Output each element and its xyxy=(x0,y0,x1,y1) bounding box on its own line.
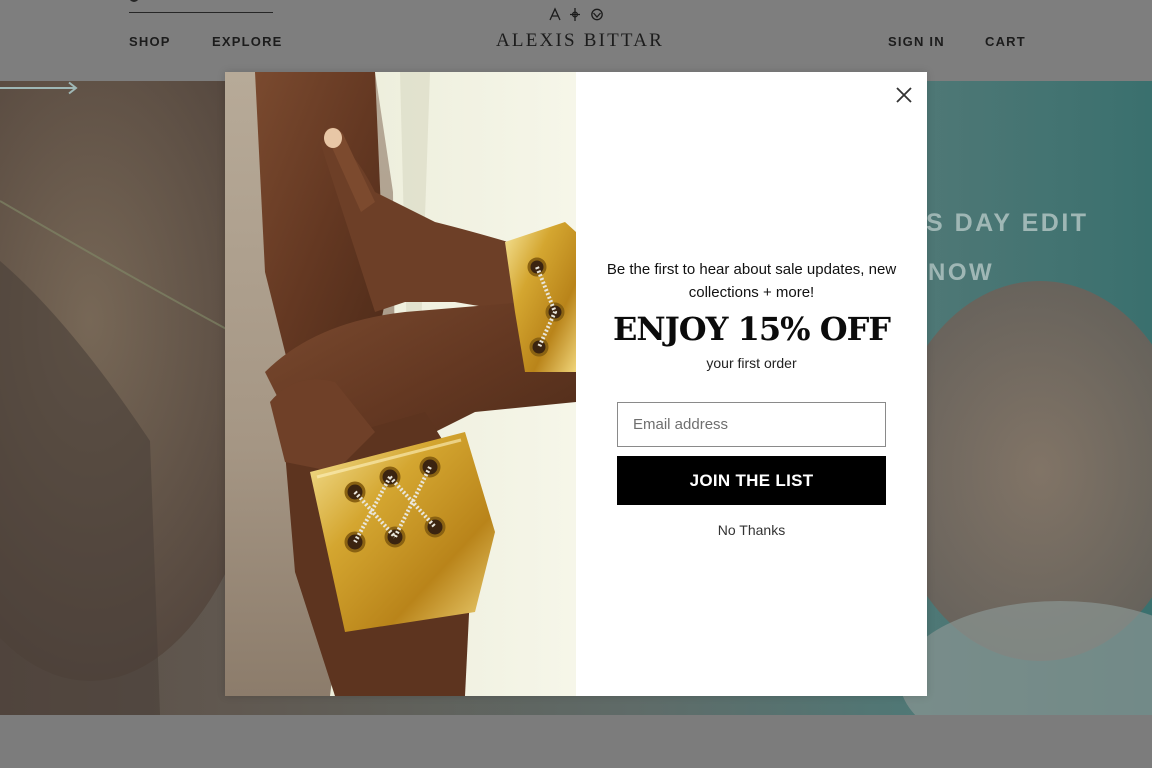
page-content-below-hero xyxy=(0,715,1152,768)
search-field-underline[interactable] xyxy=(129,12,273,13)
search-icon[interactable] xyxy=(129,0,139,2)
nav-sign-in-link[interactable]: SIGN IN xyxy=(888,34,945,49)
nav-explore-link[interactable]: EXPLORE xyxy=(212,34,283,49)
nav-shop-link[interactable]: SHOP xyxy=(129,34,171,49)
brand-logo[interactable]: ALEXIS BITTAR xyxy=(496,6,662,51)
newsletter-signup-modal: Be the first to hear about sale updates,… xyxy=(225,72,927,696)
brand-emblem-icon xyxy=(549,7,603,21)
join-the-list-button[interactable]: JOIN THE LIST xyxy=(617,456,886,505)
nav-cart-link[interactable]: CART xyxy=(985,34,1026,49)
hero-shop-now-link[interactable]: NOW xyxy=(928,259,994,287)
no-thanks-link[interactable]: No Thanks xyxy=(576,522,927,538)
offer-title: ENJOY 15% OFF xyxy=(612,310,891,348)
signup-form-panel: Be the first to hear about sale updates,… xyxy=(576,72,927,696)
offer-subtitle: your first order xyxy=(706,355,797,371)
brand-wordmark: ALEXIS BITTAR xyxy=(496,30,664,51)
hero-headline: S DAY EDIT xyxy=(926,209,1089,237)
email-input[interactable] xyxy=(617,402,886,447)
arrow-right-icon xyxy=(0,81,78,95)
signup-tagline: Be the first to hear about sale updates,… xyxy=(606,261,897,301)
close-icon[interactable] xyxy=(892,83,916,107)
site-header: SHOP EXPLORE ALEXIS BITTAR SIGN IN CART xyxy=(0,0,1152,81)
modal-promo-image xyxy=(225,72,576,696)
